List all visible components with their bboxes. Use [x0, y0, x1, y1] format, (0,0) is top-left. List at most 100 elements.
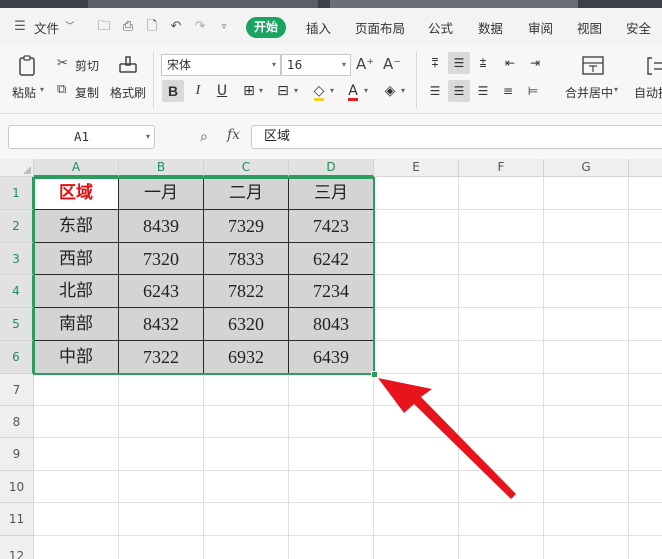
- table-header-cell[interactable]: 二月: [204, 177, 289, 210]
- insert-function-button[interactable]: fx: [227, 127, 240, 143]
- decrease-indent-icon[interactable]: ⇤: [499, 52, 521, 74]
- tab-security[interactable]: 安全: [626, 18, 651, 37]
- empty-cell[interactable]: [544, 308, 629, 341]
- select-all-corner[interactable]: [0, 159, 34, 177]
- merge-cells-icon[interactable]: [580, 54, 606, 78]
- paste-chevron-icon[interactable]: ▾: [40, 85, 44, 94]
- empty-cell[interactable]: [459, 374, 544, 406]
- empty-cell[interactable]: [204, 503, 289, 536]
- tab-view[interactable]: 视图: [577, 18, 602, 37]
- empty-cell[interactable]: [629, 503, 662, 536]
- empty-cell[interactable]: [289, 438, 374, 471]
- empty-cell[interactable]: [459, 536, 544, 559]
- row-header-8[interactable]: 8: [0, 406, 34, 438]
- chevron-down-icon[interactable]: ▾: [330, 86, 334, 95]
- empty-cell[interactable]: [544, 503, 629, 536]
- empty-cell[interactable]: [204, 438, 289, 471]
- copy-button[interactable]: 复制: [75, 84, 99, 101]
- empty-cell[interactable]: [34, 374, 119, 406]
- empty-cell[interactable]: [544, 275, 629, 308]
- format-painter-button[interactable]: 格式刷: [110, 84, 146, 101]
- empty-cell[interactable]: [374, 503, 459, 536]
- distributed-align-icon[interactable]: ⊨: [522, 80, 544, 102]
- table-cell[interactable]: 6439: [289, 341, 374, 374]
- tab-data[interactable]: 数据: [478, 18, 503, 37]
- customize-chevron-icon[interactable]: ▿: [216, 20, 232, 34]
- empty-cell[interactable]: [119, 374, 204, 406]
- table-cell[interactable]: 8432: [119, 308, 204, 341]
- spreadsheet-grid[interactable]: A B C D E F G 1 2 3 4 5 6 7 8 9 10 11 12 区域 一月 二月 三月 东部 8439 7329…: [0, 159, 662, 559]
- empty-cell[interactable]: [629, 471, 662, 503]
- name-box[interactable]: A1 ▾: [8, 125, 155, 149]
- row-header-6[interactable]: 6: [0, 341, 34, 374]
- row-header-7[interactable]: 7: [0, 374, 34, 406]
- empty-cell[interactable]: [289, 503, 374, 536]
- column-header-g[interactable]: G: [544, 159, 629, 177]
- empty-cell[interactable]: [629, 438, 662, 471]
- eraser-icon[interactable]: ◈: [379, 80, 401, 102]
- empty-cell[interactable]: [544, 438, 629, 471]
- empty-cell[interactable]: [629, 243, 662, 275]
- column-header-h[interactable]: [629, 159, 662, 177]
- empty-cell[interactable]: [374, 406, 459, 438]
- column-header-f[interactable]: F: [459, 159, 544, 177]
- empty-cell[interactable]: [289, 471, 374, 503]
- row-header-5[interactable]: 5: [0, 308, 34, 341]
- empty-cell[interactable]: [544, 177, 629, 210]
- justify-icon[interactable]: ≡: [497, 80, 519, 102]
- format-painter-icon[interactable]: [116, 54, 140, 78]
- row-header-9[interactable]: 9: [0, 438, 34, 471]
- empty-cell[interactable]: [629, 374, 662, 406]
- empty-cell[interactable]: [544, 341, 629, 374]
- empty-cell[interactable]: [119, 438, 204, 471]
- chevron-down-icon[interactable]: ▾: [259, 86, 263, 95]
- save-icon[interactable]: 🗀: [96, 20, 112, 34]
- align-middle-icon[interactable]: ☰: [448, 52, 470, 74]
- empty-cell[interactable]: [544, 536, 629, 559]
- print-icon[interactable]: ⎙: [120, 20, 136, 34]
- table-cell[interactable]: 7234: [289, 275, 374, 308]
- empty-cell[interactable]: [459, 503, 544, 536]
- table-cell[interactable]: 6320: [204, 308, 289, 341]
- empty-cell[interactable]: [374, 438, 459, 471]
- empty-cell[interactable]: [629, 341, 662, 374]
- empty-cell[interactable]: [459, 308, 544, 341]
- bold-button[interactable]: B: [162, 80, 184, 102]
- empty-cell[interactable]: [34, 438, 119, 471]
- cell-style-icon[interactable]: ⊟: [272, 80, 294, 102]
- empty-cell[interactable]: [459, 471, 544, 503]
- fill-handle[interactable]: [371, 371, 378, 378]
- row-header-3[interactable]: 3: [0, 243, 34, 275]
- align-center-icon[interactable]: ☰: [448, 80, 470, 102]
- borders-icon[interactable]: ⊞: [238, 80, 260, 102]
- empty-cell[interactable]: [34, 471, 119, 503]
- row-header-4[interactable]: 4: [0, 275, 34, 308]
- table-cell[interactable]: 7320: [119, 243, 204, 275]
- empty-cell[interactable]: [544, 243, 629, 275]
- paste-icon[interactable]: [16, 54, 40, 78]
- empty-cell[interactable]: [544, 471, 629, 503]
- increase-font-icon[interactable]: A⁺: [356, 55, 374, 73]
- empty-cell[interactable]: [374, 243, 459, 275]
- row-header-10[interactable]: 10: [0, 471, 34, 503]
- formula-input[interactable]: 区域: [251, 125, 662, 149]
- empty-cell[interactable]: [459, 341, 544, 374]
- document-tab-edge[interactable]: [88, 0, 318, 8]
- empty-cell[interactable]: [629, 308, 662, 341]
- row-header-11[interactable]: 11: [0, 503, 34, 536]
- table-cell[interactable]: 西部: [34, 243, 119, 275]
- auto-wrap-button[interactable]: 自动换: [634, 84, 662, 101]
- empty-cell[interactable]: [629, 210, 662, 243]
- file-menu[interactable]: 文件: [34, 18, 59, 37]
- hamburger-icon[interactable]: ☰: [12, 20, 28, 34]
- table-header-cell[interactable]: 一月: [119, 177, 204, 210]
- column-header-a[interactable]: A: [34, 159, 119, 177]
- empty-cell[interactable]: [459, 177, 544, 210]
- empty-cell[interactable]: [459, 275, 544, 308]
- chevron-down-icon[interactable]: ▾: [294, 86, 298, 95]
- table-cell[interactable]: 东部: [34, 210, 119, 243]
- empty-cell[interactable]: [544, 210, 629, 243]
- column-header-b[interactable]: B: [119, 159, 204, 177]
- table-cell[interactable]: 8043: [289, 308, 374, 341]
- chevron-down-icon[interactable]: ▾: [401, 86, 405, 95]
